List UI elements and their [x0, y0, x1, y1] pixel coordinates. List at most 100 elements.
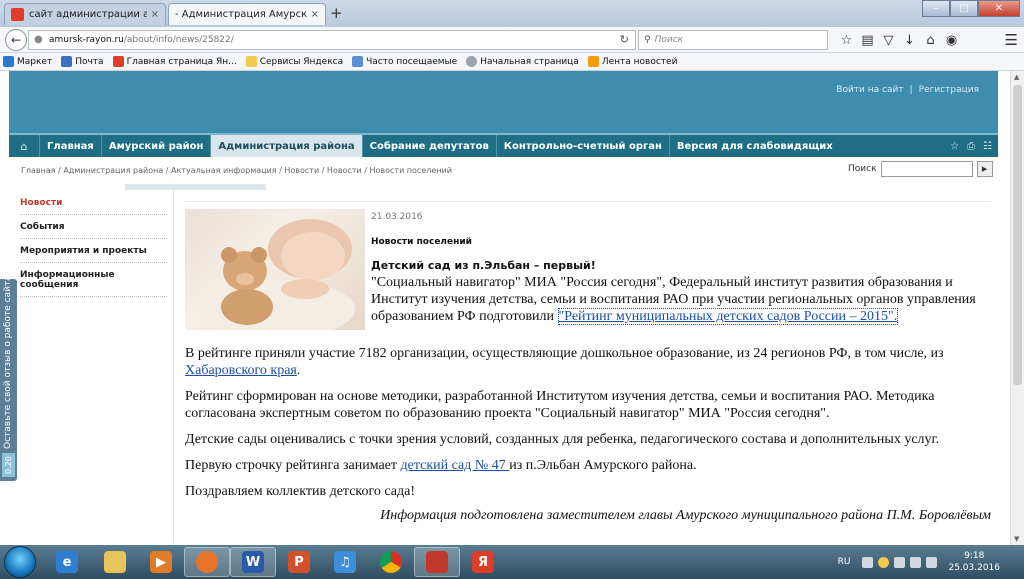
feedback-count: 0.20	[2, 453, 15, 477]
globe-icon: ●	[34, 34, 43, 45]
flag-icon[interactable]	[862, 556, 874, 568]
taskbar-chrome[interactable]	[368, 547, 414, 577]
sidebar-item-announcements[interactable]: Информационные сообщения	[20, 263, 167, 297]
bookmark-star-icon[interactable]: ☆	[836, 30, 857, 50]
taskbar-explorer[interactable]	[92, 547, 138, 577]
folder-icon	[352, 56, 364, 67]
start-button[interactable]	[4, 546, 36, 578]
powerpoint-icon: P	[288, 551, 310, 573]
web-page: Войти на сайт | Регистрация ⌂ Главная Амур…	[0, 71, 1010, 545]
article-paragraph-6: Поздравляем коллектив детского сада!	[185, 484, 416, 499]
language-indicator[interactable]: RU	[838, 557, 851, 567]
network-icon[interactable]	[910, 556, 922, 568]
word-icon: W	[242, 551, 264, 573]
update-icon[interactable]	[878, 556, 890, 568]
sitemap-icon[interactable]: ☷	[983, 141, 992, 152]
sidebar-item-projects[interactable]: Мероприятия и проекты	[20, 239, 167, 263]
taskbar-firefox[interactable]	[184, 547, 230, 577]
login-link[interactable]: Войти на сайт	[836, 85, 903, 95]
site-search-input[interactable]	[880, 161, 973, 177]
address-bar[interactable]: ● amursk-rayon.ru/about/info/news/25822/…	[28, 30, 636, 50]
windows-taskbar: e ▶ W P ♫ Я RU 9:18 25.03.2016	[0, 545, 1024, 579]
feedback-tab[interactable]: Оставьте свой отзыв о работе сайта 0.20	[0, 275, 17, 481]
new-tab-button[interactable]: +	[330, 4, 343, 22]
chat-icon[interactable]: ◉	[941, 30, 962, 50]
article-paragraph-1: "Социальный навигатор" МИА "Россия сегод…	[371, 275, 976, 325]
pocket-icon[interactable]: ▽	[878, 30, 899, 50]
url-domain: amursk-rayon.ru	[49, 35, 124, 45]
kindergarten-link[interactable]: детский сад № 47	[401, 458, 510, 473]
nav-audit-body[interactable]: Контрольно-счетный орган	[495, 135, 669, 157]
yandex-icon	[112, 56, 124, 67]
tab-close-icon[interactable]: ×	[151, 9, 159, 20]
sidebar-band	[125, 184, 187, 190]
taskbar-ie[interactable]: e	[44, 547, 90, 577]
globe-icon	[466, 56, 478, 67]
bookmark-yandex-services[interactable]: Сервисы Яндекса	[245, 56, 343, 67]
article-paragraph-5: Первую строчку рейтинга занимает детский…	[185, 458, 697, 473]
antivirus-icon[interactable]	[894, 556, 906, 568]
nav-amur-district[interactable]: Амурский район	[100, 135, 211, 157]
bookmark-mail[interactable]: Почта	[61, 56, 104, 67]
bookmark-news-feed[interactable]: Лента новостей	[587, 56, 677, 67]
volume-icon[interactable]	[926, 556, 938, 568]
menu-icon[interactable]: ☰	[1005, 31, 1018, 49]
bookmark-frequent[interactable]: Часто посещаемые	[352, 56, 457, 67]
taskbar-powerpoint[interactable]: P	[276, 547, 322, 577]
minimize-button[interactable]: –	[922, 0, 950, 17]
favorite-star-icon[interactable]: ☆	[950, 141, 959, 152]
nav-deputies[interactable]: Собрание депутатов	[361, 135, 496, 157]
rating-link[interactable]: "Рейтинг муниципальных детских садов Рос…	[557, 308, 899, 325]
chrome-icon	[380, 551, 402, 573]
scroll-up-icon[interactable]: ▲	[1014, 73, 1019, 81]
tab-title: - Администрация Амурского ...	[175, 9, 307, 20]
firefox-icon	[196, 551, 218, 573]
site-search-button[interactable]: ▶	[976, 161, 993, 177]
taskbar-word[interactable]: W	[230, 547, 276, 577]
browser-toolbar: ← ● amursk-rayon.ru/about/info/news/2582…	[0, 27, 1024, 53]
tab-site-admin[interactable]: сайт администрации аму... ×	[4, 3, 166, 25]
article-signature: Информация подготовлена заместителем гла…	[380, 508, 991, 523]
reading-list-icon[interactable]: ▤	[857, 30, 878, 50]
mail-icon	[61, 56, 73, 67]
tab-title: сайт администрации аму...	[29, 9, 147, 20]
page-scrollbar[interactable]: ▲ ▼	[1010, 71, 1024, 545]
reload-icon[interactable]: ↻	[620, 33, 629, 46]
bookmark-market[interactable]: Маркет	[3, 56, 52, 67]
yandex-icon: Я	[472, 551, 494, 573]
home-icon[interactable]: ⌂	[9, 140, 39, 153]
nav-home[interactable]: Главная	[39, 135, 101, 157]
clock[interactable]: 9:18 25.03.2016	[948, 550, 1000, 574]
feedback-text: Оставьте свой отзыв о работе сайта	[3, 275, 13, 449]
print-icon[interactable]: ⎙	[967, 141, 975, 152]
search-placeholder: Поиск	[654, 35, 684, 45]
search-icon: ⚲	[644, 35, 651, 45]
tab-close-icon[interactable]: ×	[311, 9, 319, 20]
presentation-icon	[426, 551, 448, 573]
auth-links: Войти на сайт | Регистрация	[833, 85, 982, 95]
nav-administration[interactable]: Администрация района	[210, 135, 362, 157]
tab-administration[interactable]: - Администрация Амурского ... ×	[168, 3, 326, 25]
register-link[interactable]: Регистрация	[919, 85, 979, 95]
folder-icon	[245, 56, 257, 67]
clock-date: 25.03.2016	[948, 563, 1000, 573]
khabarovsk-link[interactable]: Хабаровского края	[185, 363, 297, 378]
bookmark-start-page[interactable]: Начальная страница	[466, 56, 579, 67]
scroll-down-icon[interactable]: ▼	[1014, 535, 1019, 543]
scrollbar-thumb[interactable]	[1013, 85, 1022, 385]
article-paragraph-4: Детские сады оценивались с точки зрения …	[185, 432, 940, 447]
taskbar-audio[interactable]: ♫	[322, 547, 368, 577]
download-icon[interactable]: ↓	[899, 30, 920, 50]
nav-accessible-version[interactable]: Версия для слабовидящих	[668, 135, 840, 157]
taskbar-yandex[interactable]: Я	[460, 547, 506, 577]
bookmark-yandex-home[interactable]: Главная страница Ян...	[112, 56, 237, 67]
taskbar-presentation[interactable]	[414, 547, 460, 577]
close-window-button[interactable]: ✕	[978, 0, 1020, 17]
home-icon[interactable]: ⌂	[920, 30, 941, 50]
sidebar-item-events[interactable]: События	[20, 215, 167, 239]
breadcrumb[interactable]: Главная / Администрация района / Актуаль…	[21, 166, 452, 175]
browser-search-input[interactable]: ⚲ Поиск	[638, 30, 828, 50]
taskbar-media-player[interactable]: ▶	[138, 547, 184, 577]
maximize-button[interactable]: □	[950, 0, 978, 17]
back-arrow-icon[interactable]: ←	[5, 29, 27, 51]
